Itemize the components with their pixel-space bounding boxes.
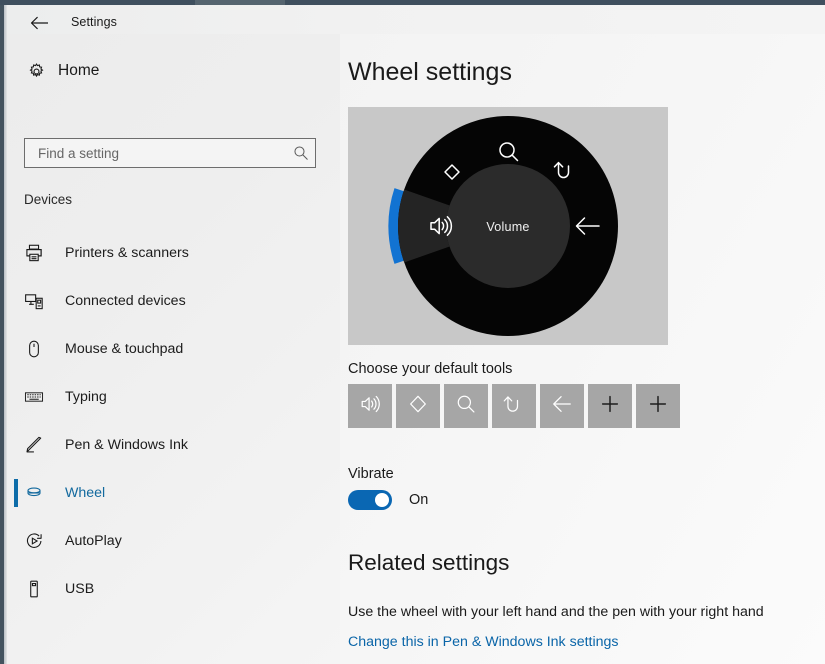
back-arrow-icon <box>551 393 573 420</box>
selection-accent-bar <box>14 335 18 363</box>
tool-tile-add-2[interactable] <box>636 384 680 428</box>
sidebar-item-usb[interactable]: USB <box>7 565 340 613</box>
sidebar-item-label: Typing <box>65 389 107 405</box>
back-arrow-icon <box>30 16 50 30</box>
selection-accent-bar <box>14 431 18 459</box>
wheel-radial-menu <box>348 107 668 345</box>
sidebar-item-printers-scanners[interactable]: Printers & scanners <box>7 229 340 277</box>
sidebar-item-label: USB <box>65 581 95 597</box>
autoplay-icon <box>24 531 68 551</box>
mouse-icon <box>24 339 68 359</box>
vibrate-toggle[interactable] <box>348 490 392 510</box>
tool-tile-add-1[interactable] <box>588 384 632 428</box>
search-icon <box>288 145 316 161</box>
content-pane: Wheel settings Volume Choose your defaul… <box>340 34 825 664</box>
tool-tile-volume[interactable] <box>348 384 392 428</box>
printer-icon <box>24 243 68 263</box>
sidebar-item-pen-windows-ink[interactable]: Pen & Windows Ink <box>7 421 340 469</box>
wheel-icon <box>24 483 68 503</box>
page-title: Wheel settings <box>348 58 512 86</box>
gear-icon <box>16 62 56 81</box>
related-settings-link[interactable]: Change this in Pen & Windows Ink setting… <box>348 634 619 650</box>
window-title: Settings <box>71 15 117 29</box>
tools-heading: Choose your default tools <box>348 361 513 377</box>
sidebar-item-wheel[interactable]: Wheel <box>7 469 340 517</box>
sidebar-item-home[interactable]: Home <box>16 54 316 88</box>
sidebar-item-typing[interactable]: Typing <box>7 373 340 421</box>
sidebar-item-label: Mouse & touchpad <box>65 341 184 357</box>
wheel-hub <box>446 164 570 288</box>
selection-accent-bar <box>14 287 18 315</box>
tool-tile-back[interactable] <box>540 384 584 428</box>
vibrate-toggle-row: On <box>348 490 428 510</box>
related-settings-text: Use the wheel with your left hand and th… <box>348 604 764 620</box>
selection-accent-bar <box>14 527 18 555</box>
tool-tile-undo[interactable] <box>492 384 536 428</box>
title-bar: Settings <box>7 5 825 34</box>
sidebar-item-mouse-touchpad[interactable]: Mouse & touchpad <box>7 325 340 373</box>
search-input[interactable] <box>36 144 288 162</box>
sidebar-group-label: Devices <box>24 192 73 207</box>
back-button[interactable] <box>23 11 57 35</box>
sidebar-item-label: Wheel <box>65 485 106 501</box>
search-icon <box>455 393 477 420</box>
sidebar-item-label: AutoPlay <box>65 533 122 549</box>
usb-icon <box>24 579 68 599</box>
tool-tile-search[interactable] <box>444 384 488 428</box>
connected-devices-icon <box>24 291 68 311</box>
wheel-preview: Volume <box>348 107 668 345</box>
vibrate-label: Vibrate <box>348 466 394 482</box>
undo-icon <box>503 393 525 420</box>
pen-icon <box>24 435 68 455</box>
sidebar-item-connected-devices[interactable]: Connected devices <box>7 277 340 325</box>
sidebar-item-autoplay[interactable]: AutoPlay <box>7 517 340 565</box>
selection-accent-bar <box>14 383 18 411</box>
toggle-knob <box>375 493 389 507</box>
default-tools-row <box>348 384 680 428</box>
volume-icon <box>359 393 381 420</box>
sidebar-nav-list: Printers & scanners Connected devices Mo… <box>7 229 340 613</box>
scroll-updown-icon <box>407 393 429 420</box>
settings-window: Settings Home De <box>0 0 825 664</box>
plus-icon <box>599 393 621 420</box>
selection-accent-bar <box>14 575 18 603</box>
selection-accent-bar <box>14 479 18 507</box>
sidebar-item-label: Pen & Windows Ink <box>65 437 189 453</box>
related-settings-title: Related settings <box>348 550 510 575</box>
keyboard-icon <box>24 387 68 407</box>
vibrate-state-label: On <box>409 492 429 508</box>
sidebar: Home Devices <box>7 34 340 664</box>
sidebar-item-label: Printers & scanners <box>65 245 189 261</box>
search-box[interactable] <box>24 138 316 168</box>
selection-accent-bar <box>14 239 18 267</box>
tool-tile-scroll[interactable] <box>396 384 440 428</box>
sidebar-item-label: Connected devices <box>65 293 186 309</box>
plus-icon <box>647 393 669 420</box>
sidebar-home-label: Home <box>58 62 100 79</box>
